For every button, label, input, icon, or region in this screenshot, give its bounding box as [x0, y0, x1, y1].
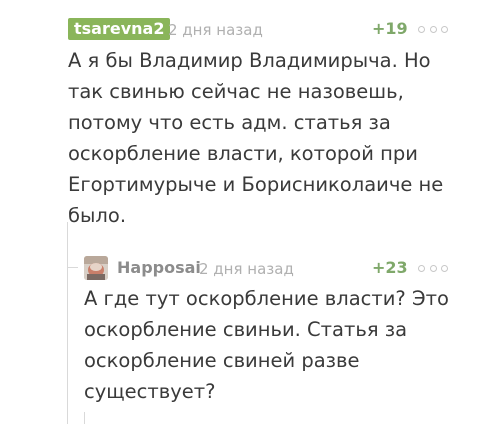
dot-icon: [441, 26, 448, 33]
user-avatar[interactable]: [84, 256, 108, 280]
dot-icon: [441, 265, 448, 272]
comment-timestamp[interactable]: 2 дня назад: [168, 20, 263, 40]
dot-icon: [429, 265, 437, 272]
thread-line[interactable]: [67, 222, 68, 424]
comment-text: А где тут оскорбление власти? Это оскорб…: [84, 287, 449, 403]
comment-header: tsarevna2 2 дня назад +19: [0, 18, 480, 42]
dot-icon: [418, 265, 425, 272]
author-name-badge[interactable]: tsarevna2: [68, 18, 171, 40]
author-name[interactable]: Happosai: [117, 258, 201, 278]
avatar-image: [84, 256, 108, 280]
comment-rating: +19: [372, 19, 408, 38]
thread-line[interactable]: [84, 412, 85, 424]
comment-header: Happosai 2 дня назад +23: [0, 256, 480, 280]
more-options-icon[interactable]: [418, 25, 448, 34]
comment-text: А я бы Владимир Владимирыча. Но так свин…: [68, 49, 444, 227]
dot-icon: [429, 26, 437, 33]
comment-timestamp[interactable]: 2 дня назад: [199, 259, 294, 279]
more-options-icon[interactable]: [418, 264, 448, 273]
comment-rating: +23: [372, 258, 408, 277]
dot-icon: [418, 26, 425, 33]
